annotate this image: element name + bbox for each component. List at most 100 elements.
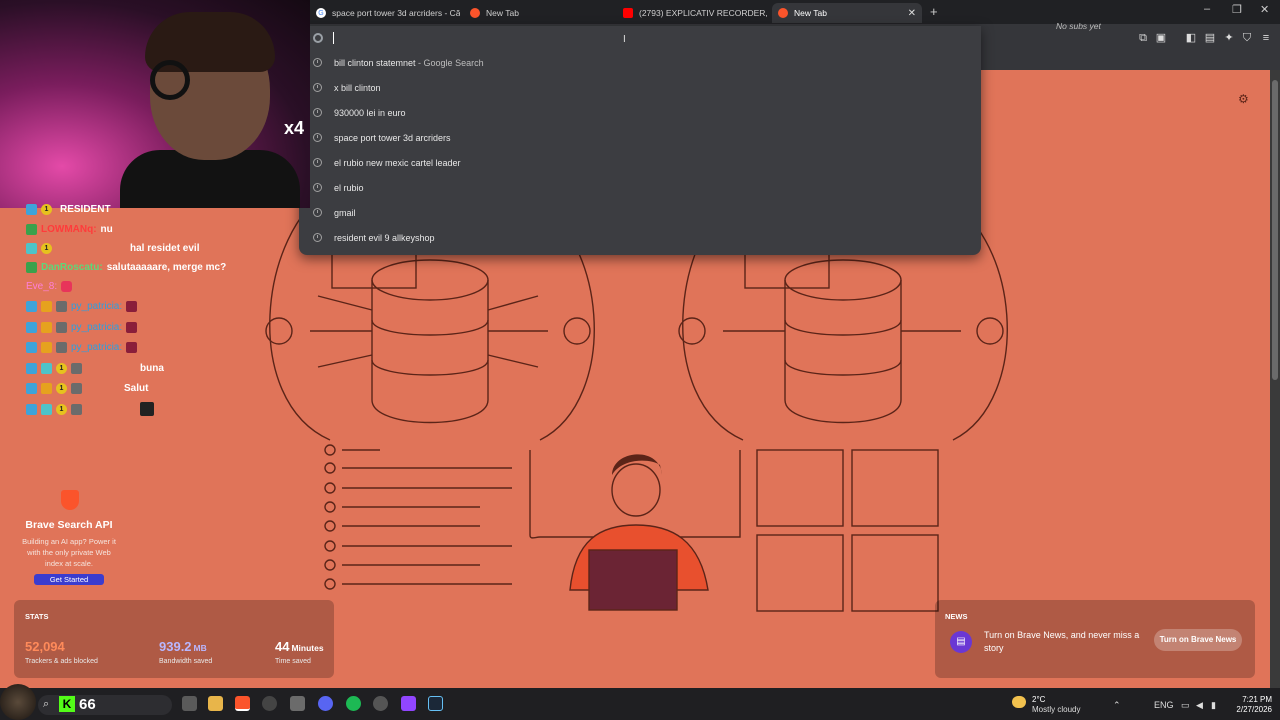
bandwidth-unit: MB: [193, 643, 207, 653]
suggestion-item[interactable]: gmail: [299, 200, 981, 225]
text-cursor: [333, 32, 334, 44]
suggestion-item[interactable]: resident evil 9 allkeyshop: [299, 225, 981, 250]
brave-lion-icon: [61, 490, 79, 510]
file-explorer-icon[interactable]: [208, 696, 223, 711]
suggestion-text: bill clinton statemnet: [334, 57, 416, 68]
suggestion-item[interactable]: el rubio new mexic cartel leader: [299, 150, 981, 175]
tab-title: space port tower 3d arcriders - Căut: [332, 8, 460, 18]
screenshot-icon[interactable]: ▣: [1155, 32, 1167, 44]
customize-gear-icon[interactable]: ⚙: [1238, 92, 1249, 106]
turn-on-news-button[interactable]: Turn on Brave News: [1154, 629, 1242, 651]
headphones-icon: [150, 60, 190, 100]
suggestion-text: space port tower 3d arcriders: [334, 132, 451, 143]
tab-new-tab-1[interactable]: New Tab: [464, 3, 614, 23]
news-title: NEWS: [945, 612, 968, 621]
time-stat: 44 Minutes Time saved: [275, 638, 324, 665]
task-view-icon[interactable]: [182, 696, 197, 711]
extensions-icon[interactable]: ⧉: [1137, 32, 1149, 44]
chat-message: py_patricia:: [26, 339, 138, 355]
bot-badge-icon: [26, 223, 37, 235]
bandwidth-stat: 939.2 MB Bandwidth saved: [159, 638, 212, 665]
api-card-description: Building an AI app? Power it with the on…: [22, 537, 116, 568]
new-tab-plus-icon[interactable]: +: [930, 4, 938, 19]
suggestion-item[interactable]: space port tower 3d arcriders: [299, 125, 981, 150]
bot-badge-icon: [56, 321, 67, 333]
bot-badge-icon: [56, 300, 67, 312]
discord-icon[interactable]: [318, 696, 333, 711]
suggestion-item[interactable]: bill clinton statemnet - Google Search: [299, 50, 981, 75]
network-icon[interactable]: ▭: [1181, 700, 1190, 711]
trackers-label: Trackers & ads blocked: [25, 658, 98, 665]
close-window-icon[interactable]: ✕: [1260, 3, 1269, 16]
time-value: 44: [275, 639, 290, 654]
emote-icon: [126, 341, 138, 353]
emote-icon: [126, 300, 138, 312]
time-unit: Minutes: [291, 643, 324, 653]
stats-title: STATS: [25, 612, 49, 621]
history-clock-icon: [313, 233, 322, 242]
tab-youtube[interactable]: (2793) EXPLICATIV RECORDER, 4 ani: [617, 3, 767, 23]
clock-date[interactable]: 2/27/2026: [1226, 705, 1272, 714]
tab-new-tab-active[interactable]: New Tab ✕: [772, 3, 922, 23]
heart-emote-icon: [61, 280, 73, 292]
trackers-stat: 52,094 Trackers & ads blocked: [25, 638, 98, 665]
weather-temp: 2°C: [1032, 695, 1046, 704]
address-bar[interactable]: I: [299, 26, 981, 50]
obs-icon[interactable]: [262, 696, 277, 711]
chevron-up-icon[interactable]: ⌃: [1113, 700, 1121, 711]
suggestion-item[interactable]: 930000 lei in euro: [299, 100, 981, 125]
weather-cloud-icon[interactable]: [1012, 696, 1026, 708]
history-clock-icon: [313, 58, 322, 67]
close-tab-icon[interactable]: ✕: [908, 8, 916, 19]
trackers-value: 52,094: [25, 639, 65, 654]
bot-badge-icon: [71, 403, 82, 415]
no-subs-label: No subs yet: [1056, 21, 1101, 31]
leo-ai-icon[interactable]: ✦: [1223, 32, 1235, 44]
chat-text: hal residet evil: [130, 242, 200, 254]
bot-badge-icon: [26, 261, 37, 273]
sword-badge-icon: [26, 403, 37, 415]
minimize-icon[interactable]: –: [1204, 3, 1210, 15]
get-started-button[interactable]: Get Started: [34, 574, 104, 585]
menu-icon[interactable]: ≡: [1260, 32, 1272, 44]
tier-one-badge-icon: 1: [41, 203, 52, 215]
scrollbar-thumb[interactable]: [1272, 80, 1278, 380]
wallet-icon[interactable]: ▤: [1204, 32, 1216, 44]
chat-username: py_patricia:: [71, 300, 123, 312]
history-clock-icon: [313, 183, 322, 192]
brave-icon: [778, 8, 788, 18]
crown-badge-icon: [41, 341, 52, 353]
suggestion-suffix: - Google Search: [415, 57, 484, 68]
chat-text: salutaaaaare, merge mc?: [106, 261, 227, 273]
calculator-icon[interactable]: [290, 696, 305, 711]
battery-icon[interactable]: ▮: [1211, 700, 1216, 711]
spotify-icon[interactable]: [346, 696, 361, 711]
brave-browser-icon[interactable]: [235, 696, 250, 711]
vpn-shield-icon[interactable]: ⛉: [1241, 32, 1253, 44]
omnibox-dropdown: I bill clinton statemnet - Google Search…: [299, 26, 981, 255]
volume-icon[interactable]: ◀: [1196, 700, 1203, 711]
weather-condition: Mostly cloudy: [1032, 705, 1081, 714]
twitch-icon[interactable]: [401, 696, 416, 711]
restore-icon[interactable]: ❐: [1232, 3, 1242, 16]
time-label: Time saved: [275, 658, 311, 665]
webcam-overlay: [0, 0, 310, 208]
github-icon[interactable]: [373, 696, 388, 711]
suggestion-item[interactable]: x bill clinton: [299, 75, 981, 100]
sword-badge-icon: [26, 300, 37, 312]
language-indicator[interactable]: ENG: [1154, 700, 1174, 710]
sidebar-icon[interactable]: ◧: [1185, 32, 1197, 44]
tab-google-search[interactable]: G space port tower 3d arcriders - Căut: [310, 3, 460, 23]
suggestion-item[interactable]: el rubio: [299, 175, 981, 200]
chat-username: py_patricia:: [71, 341, 123, 353]
clock-time[interactable]: 7:21 PM: [1232, 695, 1272, 704]
bot-badge-icon: [56, 341, 67, 353]
search-icon[interactable]: ⌕: [43, 698, 49, 711]
history-clock-icon: [313, 133, 322, 142]
chat-message: py_patricia:: [26, 298, 138, 314]
stats-widget: STATS 52,094 Trackers & ads blocked 939.…: [14, 600, 334, 678]
chat-message: 1 buna: [26, 360, 164, 376]
steam-icon[interactable]: [428, 696, 443, 711]
chat-message: Eve_8:: [26, 278, 73, 294]
history-clock-icon: [313, 208, 322, 217]
